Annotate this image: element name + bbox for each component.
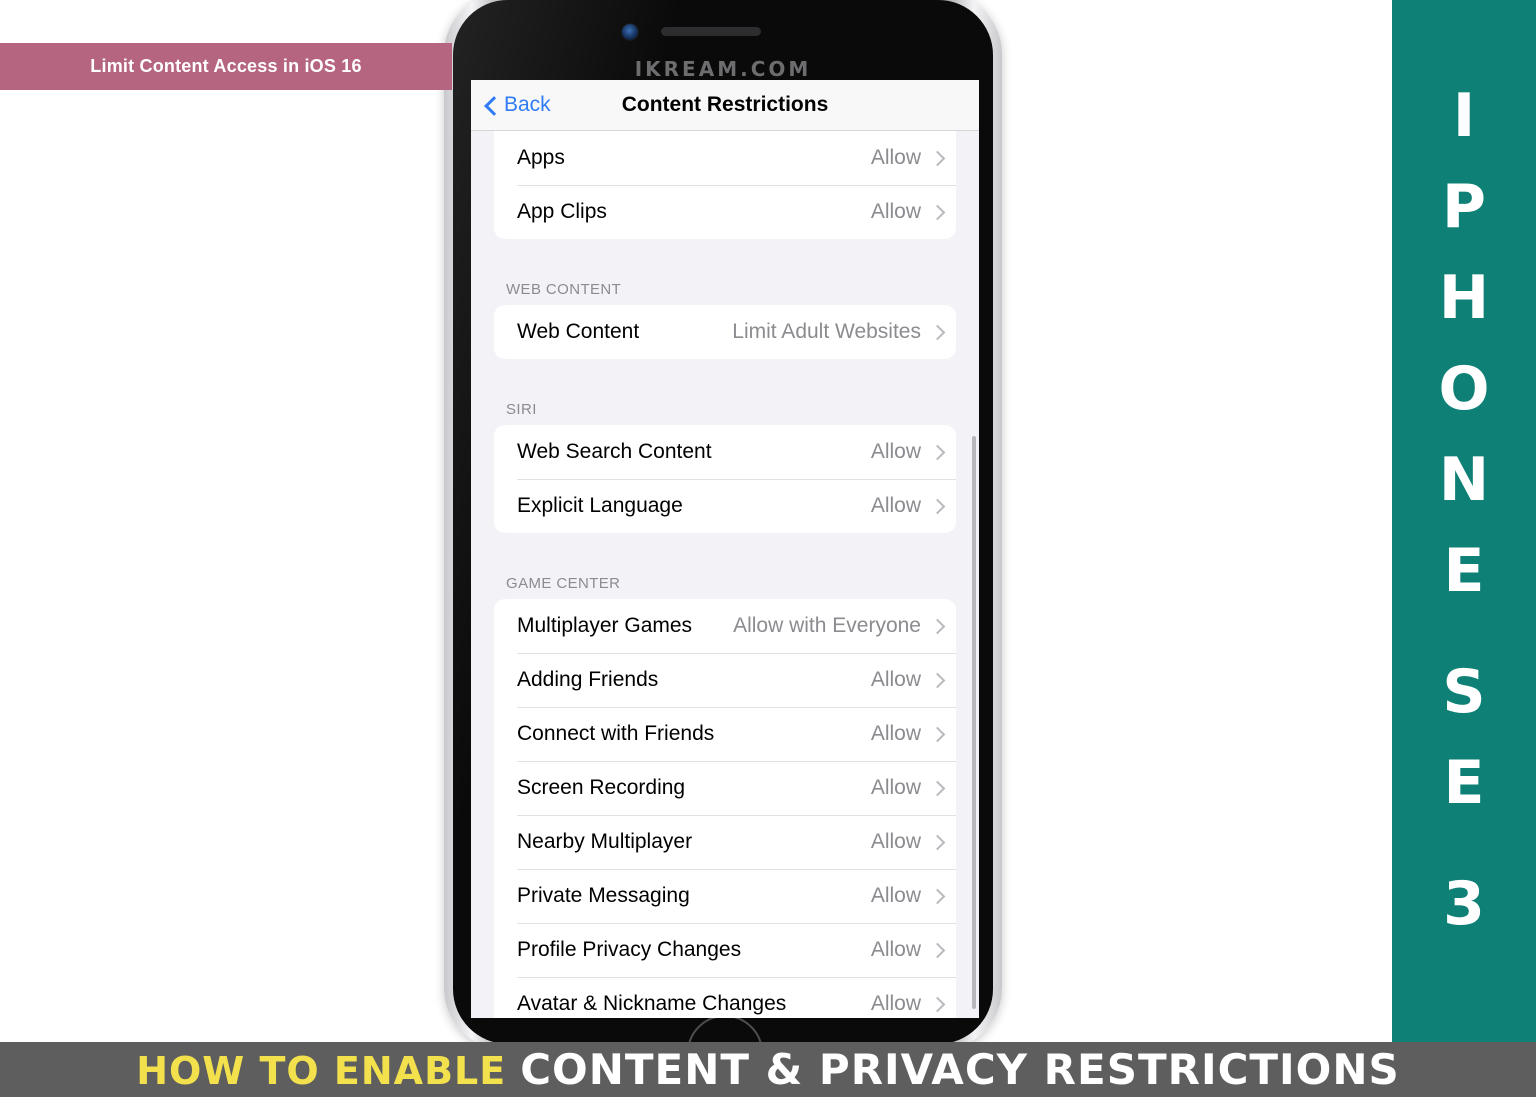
- settings-group-siri: Web Search Content Allow Explicit Langua…: [494, 425, 956, 533]
- row-value: Allow: [870, 200, 921, 223]
- row-value: Allow: [870, 830, 921, 853]
- row-value: Allow: [870, 494, 921, 517]
- settings-group-game-center: Multiplayer Games Allow with Everyone Ad…: [494, 599, 956, 1018]
- table-row[interactable]: Web Content Limit Adult Websites: [494, 305, 956, 359]
- chevron-right-icon: [932, 498, 942, 514]
- side-rail-text: I P H O N E S E 3: [1392, 86, 1536, 965]
- row-label: Multiplayer Games: [517, 614, 693, 637]
- row-accessory: Allow: [871, 992, 942, 1016]
- section-header-siri: SIRI: [506, 401, 537, 418]
- chevron-right-icon: [932, 150, 942, 166]
- row-value: Limit Adult Websites: [732, 320, 921, 343]
- earpiece-speaker: [661, 27, 761, 36]
- side-rail-char: E: [1443, 748, 1485, 818]
- settings-group-apps: Apps Allow App Clips Allow: [494, 131, 956, 239]
- row-label: Nearby Multiplayer: [517, 830, 693, 853]
- row-label: Profile Privacy Changes: [517, 938, 742, 961]
- table-row[interactable]: Explicit Language Allow: [494, 479, 956, 533]
- chevron-right-icon: [932, 996, 942, 1012]
- row-label: Explicit Language: [517, 494, 683, 517]
- bottom-title-bar: HOW TO ENABLE CONTENT & PRIVACY RESTRICT…: [0, 1042, 1536, 1097]
- row-accessory: Allow: [871, 884, 942, 908]
- bottom-bar-lead-text: HOW TO ENABLE: [136, 1049, 507, 1093]
- row-value: Allow: [870, 722, 921, 745]
- site-watermark: IKREAM.COM: [634, 57, 812, 81]
- vertical-scrollbar[interactable]: [972, 436, 976, 1009]
- row-accessory: Allow with Everyone: [733, 614, 942, 638]
- back-button[interactable]: Back: [485, 93, 551, 117]
- table-row[interactable]: Apps Allow: [494, 131, 956, 185]
- table-row[interactable]: Adding Friends Allow: [494, 653, 956, 707]
- row-accessory: Allow: [871, 938, 942, 962]
- topic-banner: Limit Content Access in iOS 16: [0, 43, 452, 90]
- row-label: Connect with Friends: [517, 722, 715, 745]
- table-row[interactable]: Nearby Multiplayer Allow: [494, 815, 956, 869]
- chevron-right-icon: [932, 942, 942, 958]
- row-value: Allow with Everyone: [733, 614, 921, 637]
- row-value: Allow: [870, 938, 921, 961]
- side-rail-char: H: [1438, 263, 1490, 333]
- chevron-right-icon: [932, 444, 942, 460]
- row-accessory: Allow: [871, 440, 942, 464]
- navigation-bar: Back Content Restrictions: [471, 80, 979, 131]
- row-accessory: Allow: [871, 494, 942, 518]
- row-label: Avatar & Nickname Changes: [517, 992, 787, 1015]
- table-row[interactable]: Profile Privacy Changes Allow: [494, 923, 956, 977]
- bottom-title-bar-content: HOW TO ENABLE CONTENT & PRIVACY RESTRICT…: [136, 1045, 1400, 1094]
- back-button-label: Back: [504, 93, 551, 116]
- side-rail-char: E: [1443, 536, 1485, 606]
- chevron-right-icon: [932, 888, 942, 904]
- row-label: Private Messaging: [517, 884, 690, 907]
- table-row[interactable]: Connect with Friends Allow: [494, 707, 956, 761]
- front-camera-icon: [622, 24, 638, 40]
- row-value: Allow: [870, 146, 921, 169]
- row-accessory: Allow: [871, 200, 942, 224]
- row-label: Web Content: [517, 320, 640, 343]
- row-label: Web Search Content: [517, 440, 712, 463]
- table-row[interactable]: Private Messaging Allow: [494, 869, 956, 923]
- chevron-right-icon: [932, 672, 942, 688]
- topic-banner-label: Limit Content Access in iOS 16: [90, 56, 362, 76]
- side-rail-char: P: [1442, 172, 1486, 242]
- settings-list: Apps Allow App Clips Allow WEB CONTENT W…: [471, 131, 979, 1018]
- chevron-right-icon: [932, 780, 942, 796]
- chevron-right-icon: [932, 726, 942, 742]
- chevron-right-icon: [932, 204, 942, 220]
- phone-screen: Back Content Restrictions Apps Allow App…: [471, 80, 979, 1018]
- table-row[interactable]: Multiplayer Games Allow with Everyone: [494, 599, 956, 653]
- side-rail-char: I: [1452, 81, 1476, 151]
- side-rail-char: 3: [1443, 869, 1485, 939]
- row-value: Allow: [870, 776, 921, 799]
- chevron-left-icon: [485, 95, 497, 115]
- row-value: Allow: [870, 884, 921, 907]
- row-label: Screen Recording: [517, 776, 686, 799]
- section-header-web-content: WEB CONTENT: [506, 281, 622, 298]
- bottom-bar-main-text: CONTENT & PRIVACY RESTRICTIONS: [520, 1045, 1400, 1094]
- row-value: Allow: [870, 440, 921, 463]
- row-accessory: Allow: [871, 146, 942, 170]
- side-rail-char: N: [1438, 445, 1490, 515]
- chevron-right-icon: [932, 324, 942, 340]
- side-rail: I P H O N E S E 3: [1392, 0, 1536, 1042]
- row-accessory: Allow: [871, 830, 942, 854]
- table-row[interactable]: Screen Recording Allow: [494, 761, 956, 815]
- row-accessory: Allow: [871, 776, 942, 800]
- side-rail-char: S: [1442, 657, 1486, 727]
- row-value: Allow: [870, 668, 921, 691]
- chevron-right-icon: [932, 834, 942, 850]
- table-row[interactable]: Web Search Content Allow: [494, 425, 956, 479]
- row-accessory: Limit Adult Websites: [732, 320, 942, 344]
- row-value: Allow: [870, 992, 921, 1015]
- row-accessory: Allow: [871, 668, 942, 692]
- row-accessory: Allow: [871, 722, 942, 746]
- row-label: Apps: [517, 146, 565, 169]
- table-row[interactable]: Avatar & Nickname Changes Allow: [494, 977, 956, 1018]
- section-header-game-center: GAME CENTER: [506, 575, 621, 592]
- settings-group-web-content: Web Content Limit Adult Websites: [494, 305, 956, 359]
- table-row[interactable]: App Clips Allow: [494, 185, 956, 239]
- row-label: App Clips: [517, 200, 607, 223]
- side-rail-char: O: [1438, 354, 1490, 424]
- chevron-right-icon: [932, 618, 942, 634]
- row-label: Adding Friends: [517, 668, 659, 691]
